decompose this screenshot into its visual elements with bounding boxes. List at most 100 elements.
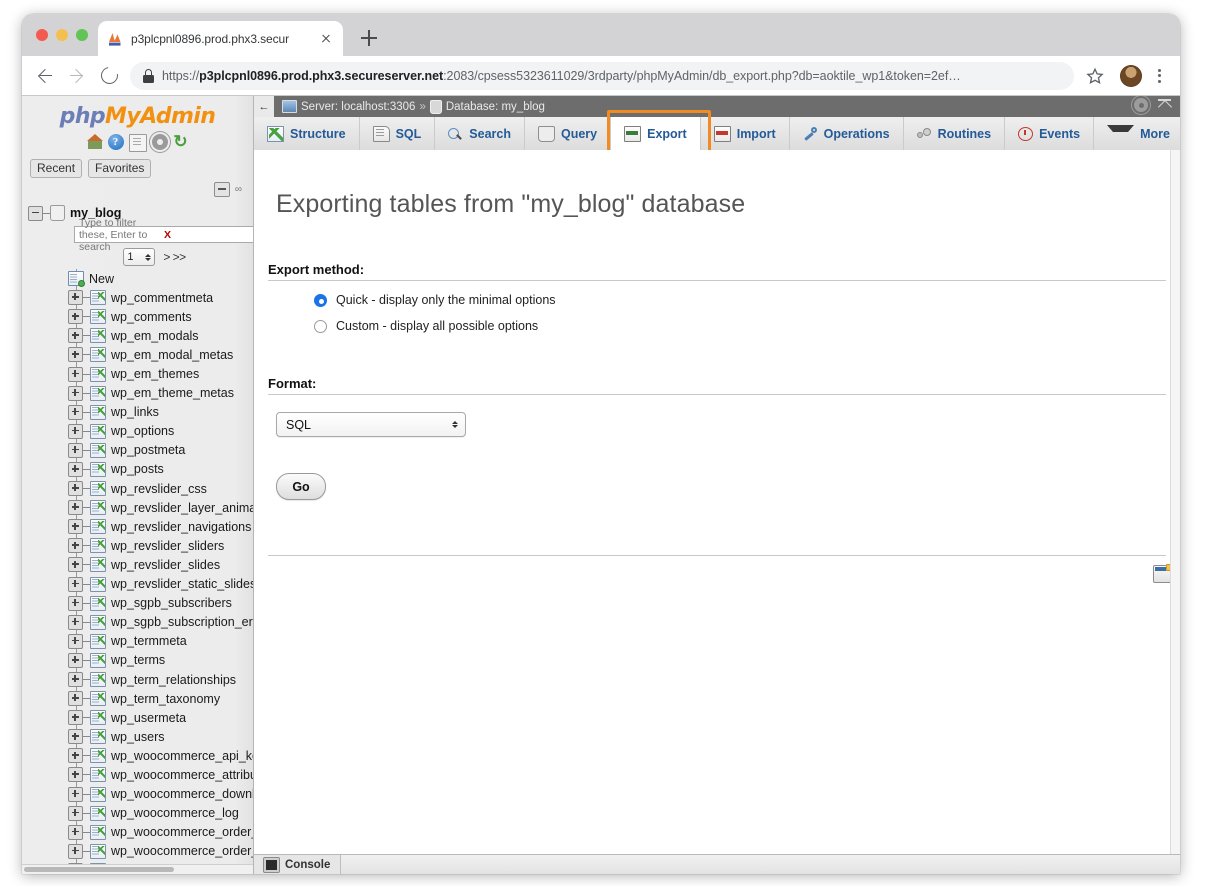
table-list-item[interactable]: wp_termmeta	[22, 632, 253, 651]
gear-icon[interactable]	[1134, 98, 1148, 112]
breadcrumb-database[interactable]: Database: my_blog	[446, 101, 545, 113]
tab-routines[interactable]: Routines	[904, 117, 1005, 150]
expand-icon[interactable]	[68, 806, 83, 821]
expand-icon[interactable]	[68, 615, 83, 630]
tab-export[interactable]: Export	[611, 117, 701, 151]
settings-icon[interactable]	[152, 134, 168, 150]
console-toggle[interactable]: Console	[254, 855, 341, 874]
back-button[interactable]	[32, 63, 58, 89]
link-with-main-panel-icon[interactable]: ∞	[235, 184, 241, 195]
expand-icon[interactable]	[68, 672, 83, 687]
collapse-all-icon[interactable]	[214, 182, 230, 197]
expand-icon[interactable]	[68, 347, 83, 362]
close-window-button[interactable]	[36, 29, 48, 41]
forward-button[interactable]	[64, 63, 90, 89]
tab-events[interactable]: Events	[1005, 117, 1094, 150]
expand-icon[interactable]	[68, 653, 83, 668]
table-list-item[interactable]: wp_comments	[22, 307, 253, 326]
expand-icon[interactable]	[68, 634, 83, 649]
export-method-quick-row[interactable]: Quick - display only the minimal options	[314, 293, 1180, 307]
expand-icon[interactable]	[68, 557, 83, 572]
expand-icon[interactable]	[68, 538, 83, 553]
table-list-item[interactable]: wp_links	[22, 403, 253, 422]
browser-tab[interactable]: p3plcpnl0896.prod.phx3.secur	[98, 21, 343, 56]
table-list-item[interactable]: wp_woocommerce_download	[22, 785, 253, 804]
phpmyadmin-logo[interactable]: phpMyAdmin	[22, 96, 253, 129]
reload-icon[interactable]: ↻	[173, 134, 189, 150]
go-button[interactable]: Go	[276, 473, 326, 500]
expand-icon[interactable]	[68, 443, 83, 458]
table-list-item[interactable]: wp_em_themes	[22, 364, 253, 383]
docs-icon[interactable]	[129, 134, 147, 152]
expand-icon[interactable]	[68, 787, 83, 802]
table-list-item[interactable]: wp_em_modals	[22, 326, 253, 345]
expand-icon[interactable]	[68, 844, 83, 859]
sidebar-horizontal-scrollbar[interactable]	[22, 864, 254, 874]
format-select[interactable]: SQL	[276, 412, 466, 437]
tab-sql[interactable]: SQL	[360, 117, 436, 150]
tab-search[interactable]: Search	[435, 117, 525, 150]
radio-custom[interactable]	[314, 320, 327, 333]
clear-filter-icon[interactable]: X	[164, 229, 249, 241]
expand-icon[interactable]	[68, 367, 83, 382]
export-method-custom-row[interactable]: Custom - display all possible options	[314, 319, 1180, 333]
table-list-item[interactable]: wp_woocommerce_attribute_	[22, 765, 253, 784]
favorites-button[interactable]: Favorites	[88, 159, 151, 178]
expand-icon[interactable]	[68, 386, 83, 401]
table-list-item[interactable]: wp_woocommerce_log	[22, 804, 253, 823]
bookmark-star-icon[interactable]	[1082, 63, 1108, 89]
page-number-select[interactable]: 1	[123, 248, 155, 266]
table-list-item[interactable]: wp_term_taxonomy	[22, 689, 253, 708]
table-list-item[interactable]: wp_options	[22, 422, 253, 441]
expand-icon[interactable]	[68, 519, 83, 534]
main-vertical-scrollbar[interactable]	[1170, 150, 1180, 855]
expand-icon[interactable]	[68, 825, 83, 840]
table-filter-input[interactable]: Type to filter these, Enter to search X	[74, 226, 254, 243]
table-list-item[interactable]: wp_revslider_navigations	[22, 517, 253, 536]
home-icon[interactable]	[87, 134, 103, 150]
table-list-item[interactable]: wp_em_modal_metas	[22, 345, 253, 364]
table-list-item[interactable]: wp_usermeta	[22, 708, 253, 727]
close-icon[interactable]	[318, 31, 334, 47]
reload-button[interactable]	[96, 63, 122, 89]
collapse-icon[interactable]	[28, 206, 43, 221]
table-list-item[interactable]: wp_sgpb_subscription_error_	[22, 613, 253, 632]
table-list-item[interactable]: wp_revslider_layer_animation	[22, 498, 253, 517]
table-list-item[interactable]: wp_users	[22, 727, 253, 746]
table-list-item[interactable]: wp_sgpb_subscribers	[22, 594, 253, 613]
help-icon[interactable]: ?	[108, 134, 124, 150]
table-list-item[interactable]: wp_woocommerce_order_iter	[22, 842, 253, 861]
expand-icon[interactable]	[68, 424, 83, 439]
table-list-item[interactable]: wp_postmeta	[22, 441, 253, 460]
expand-icon[interactable]	[68, 290, 83, 305]
tab-structure[interactable]: Structure	[254, 117, 360, 150]
table-list-item[interactable]: wp_terms	[22, 651, 253, 670]
breadcrumb-server[interactable]: Server: localhost:3306	[301, 101, 415, 113]
minimize-window-button[interactable]	[56, 29, 68, 41]
radio-quick[interactable]	[314, 294, 327, 307]
expand-icon[interactable]	[68, 500, 83, 515]
table-list-item[interactable]: wp_term_relationships	[22, 670, 253, 689]
table-list-item[interactable]: wp_em_theme_metas	[22, 384, 253, 403]
expand-icon[interactable]	[68, 596, 83, 611]
table-list-item[interactable]: wp_revslider_slides	[22, 555, 253, 574]
new-table-item[interactable]: New	[22, 269, 253, 288]
expand-icon[interactable]	[68, 577, 83, 592]
expand-icon[interactable]	[68, 328, 83, 343]
table-list-item[interactable]: wp_posts	[22, 460, 253, 479]
address-bar[interactable]: https://p3plcpnl0896.prod.phx3.secureser…	[130, 62, 1074, 90]
next-page-links[interactable]: > >>	[163, 250, 185, 264]
expand-icon[interactable]	[68, 405, 83, 420]
table-list-item[interactable]: wp_revslider_css	[22, 479, 253, 498]
table-list-item[interactable]: wp_revslider_sliders	[22, 536, 253, 555]
collapse-up-icon[interactable]	[1157, 98, 1172, 112]
expand-icon[interactable]	[68, 748, 83, 763]
maximize-window-button[interactable]	[76, 29, 88, 41]
table-list-item[interactable]: wp_revslider_static_slides	[22, 575, 253, 594]
expand-icon[interactable]	[68, 729, 83, 744]
new-tab-button[interactable]	[358, 27, 380, 49]
expand-icon[interactable]	[68, 309, 83, 324]
tab-more[interactable]: More	[1094, 117, 1180, 150]
table-list-item[interactable]: wp_commentmeta	[22, 288, 253, 307]
tab-operations[interactable]: Operations	[790, 117, 904, 150]
